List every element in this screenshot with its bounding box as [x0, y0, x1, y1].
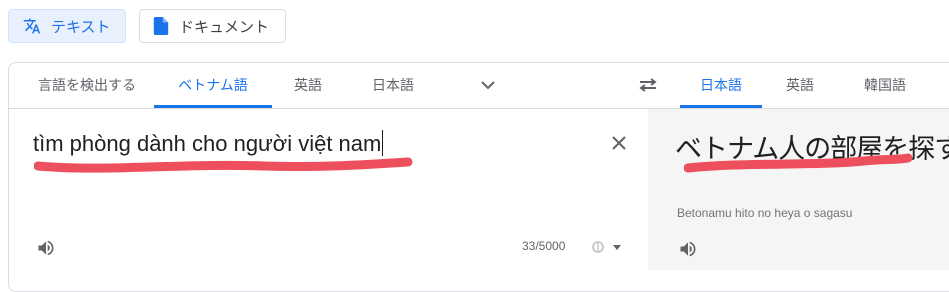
tab-japanese-source[interactable]: 日本語: [358, 62, 428, 108]
translation-romanization: Betonamu hito no heya o sagasu: [677, 206, 853, 220]
speaker-icon: [36, 238, 56, 258]
listen-source-button[interactable]: [34, 236, 58, 260]
source-underline-annotation: [34, 157, 413, 173]
document-mode-label: ドキュメント: [179, 18, 270, 36]
tab-korean-target[interactable]: 韓国語: [850, 62, 920, 108]
tab-vietnamese[interactable]: ベトナム語: [154, 62, 272, 108]
tab-english-target[interactable]: 英語: [772, 62, 828, 108]
document-icon: [153, 17, 169, 35]
chevron-down-icon: [481, 80, 495, 90]
text-mode-label: テキスト: [51, 18, 111, 36]
close-icon: [611, 135, 627, 151]
more-source-languages-button[interactable]: [468, 62, 508, 108]
chevron-down-icon: [613, 244, 621, 250]
swap-languages-button[interactable]: [630, 62, 666, 108]
handwriting-icon: [591, 239, 605, 255]
translate-icon: [23, 17, 41, 35]
listen-translation-button[interactable]: [676, 237, 700, 261]
tab-detect-language[interactable]: 言語を検出する: [22, 62, 152, 108]
document-mode-button[interactable]: ドキュメント: [139, 9, 286, 43]
input-tools-button[interactable]: [586, 236, 626, 258]
speaker-icon: [678, 239, 698, 259]
tab-english-source[interactable]: 英語: [278, 62, 338, 108]
character-count: 33/5000: [522, 239, 566, 253]
swap-icon: [639, 78, 657, 92]
tab-japanese-target[interactable]: 日本語: [680, 62, 762, 108]
text-mode-button[interactable]: テキスト: [8, 9, 126, 43]
target-underline-annotation: [684, 153, 913, 173]
clear-source-button[interactable]: [606, 130, 632, 156]
language-bar: 言語を検出する ベトナム語 英語 日本語 日本語 英語 韓国語: [8, 62, 949, 109]
